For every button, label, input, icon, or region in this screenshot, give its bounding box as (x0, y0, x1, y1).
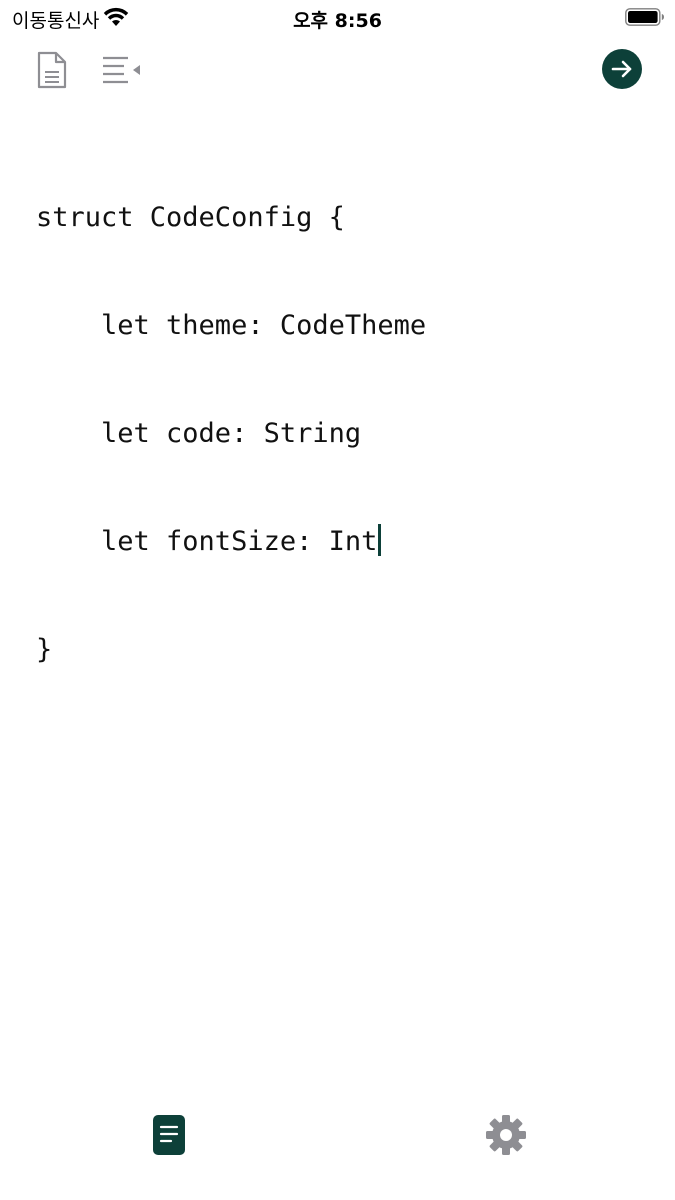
code-line: } (36, 634, 53, 665)
arrow-right-icon (611, 60, 632, 78)
run-button[interactable] (602, 49, 642, 89)
code-line-current: let fontSize: Int (36, 524, 655, 560)
outdent-icon (103, 56, 140, 84)
tab-editor[interactable] (144, 1110, 194, 1160)
new-document-button[interactable] (32, 48, 72, 92)
code-line: struct CodeConfig { (36, 202, 345, 233)
editor-toolbar (0, 44, 675, 96)
code-line: let theme: CodeTheme (36, 310, 427, 341)
text-caret (378, 524, 382, 556)
gear-icon (486, 1115, 526, 1155)
code-editor[interactable]: struct CodeConfig { let theme: CodeTheme… (36, 128, 655, 740)
battery-icon (625, 8, 664, 26)
tab-bar (0, 1090, 675, 1200)
document-icon (37, 51, 67, 89)
code-editor-screen: 이동통신사 오후 8:56 struct CodeConfig {let th… (0, 0, 675, 1200)
code-line-text: let fontSize: Int (36, 526, 378, 557)
outdent-button[interactable] (98, 50, 144, 90)
document-icon (153, 1115, 185, 1155)
code-line: let code: String (36, 418, 362, 449)
tab-settings[interactable] (481, 1110, 531, 1160)
status-bar: 이동통신사 오후 8:56 (0, 0, 675, 34)
status-time: 오후 8:56 (293, 10, 382, 32)
